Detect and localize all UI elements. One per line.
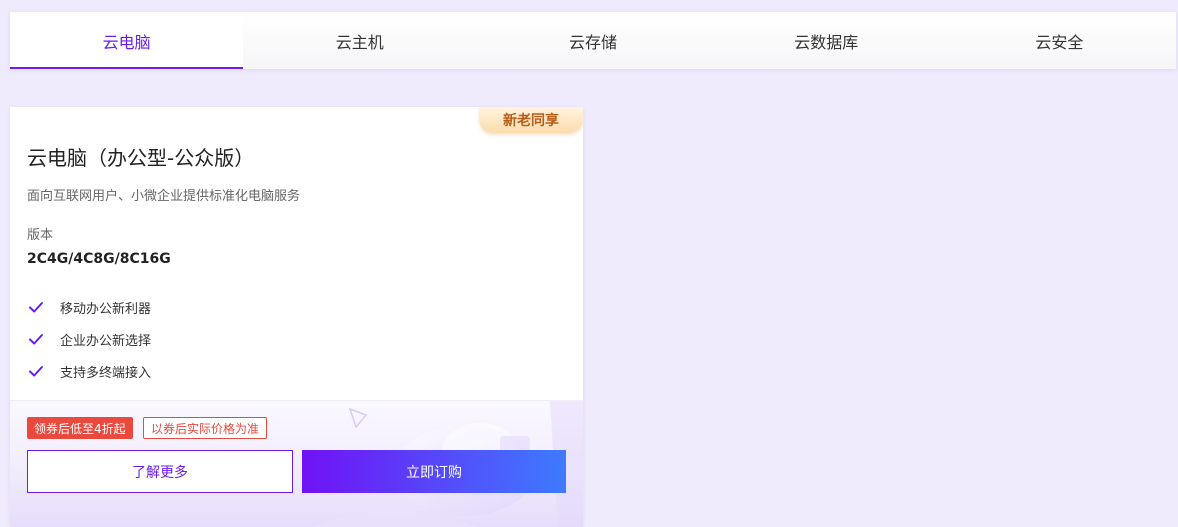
card-action-area: 领券后低至4折起 以券后实际价格为准 了解更多 立即订购: [10, 400, 583, 527]
feature-item: 企业办公新选择: [27, 323, 151, 355]
tab-cloud-pc[interactable]: 云电脑: [10, 12, 244, 69]
feature-list: 移动办公新利器 企业办公新选择 支持多终端接入: [27, 291, 151, 387]
check-icon: [29, 302, 43, 313]
check-icon: [29, 366, 43, 377]
coupon-tag: 领券后低至4折起: [27, 417, 133, 439]
feature-label: 企业办公新选择: [60, 333, 152, 349]
version-value: 2C4G/4C8G/8C16G: [27, 251, 171, 267]
feature-label: 移动办公新利器: [60, 301, 152, 317]
tab-cloud-host[interactable]: 云主机: [243, 12, 476, 69]
promo-badge: 新老同享: [479, 107, 583, 133]
version-label: 版本: [27, 228, 54, 243]
feature-item: 移动办公新利器: [27, 291, 151, 323]
coupon-note: 以券后实际价格为准: [143, 417, 268, 439]
feature-item: 支持多终端接入: [27, 355, 151, 387]
tab-cloud-database[interactable]: 云数据库: [710, 12, 943, 69]
product-category-tabs: 云电脑 云主机 云存储 云数据库 云安全: [10, 12, 1176, 69]
product-description: 面向互联网用户、小微企业提供标准化电脑服务: [27, 189, 301, 204]
buy-now-button[interactable]: 立即订购: [302, 450, 566, 493]
product-card: 新老同享 云电脑（办公型-公众版） 面向互联网用户、小微企业提供标准化电脑服务 …: [10, 107, 583, 527]
check-icon: [29, 334, 43, 345]
feature-label: 支持多终端接入: [60, 365, 152, 381]
tab-cloud-security[interactable]: 云安全: [943, 12, 1176, 69]
tab-cloud-storage[interactable]: 云存储: [476, 12, 709, 69]
product-title: 云电脑（办公型-公众版）: [27, 146, 255, 170]
learn-more-button[interactable]: 了解更多: [27, 450, 293, 493]
